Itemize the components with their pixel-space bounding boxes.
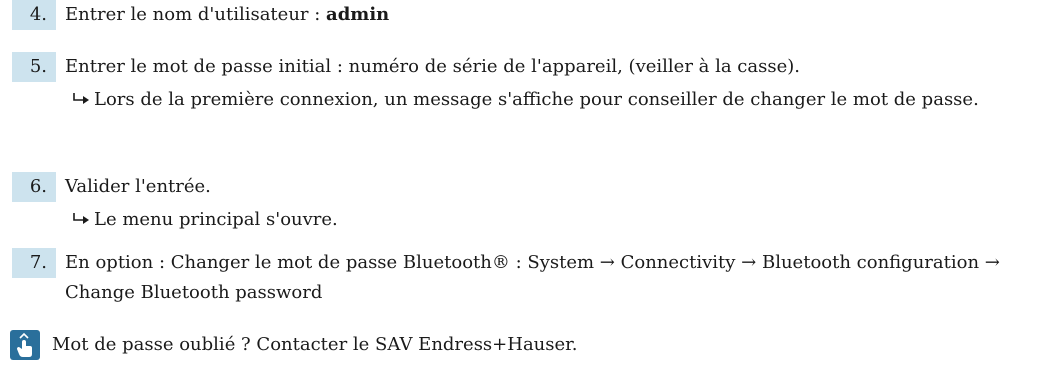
tip-note: Mot de passe oublié ? Contacter le SAV E…	[10, 330, 578, 360]
result-arrow-icon	[68, 205, 94, 235]
step-number: 6.	[12, 172, 56, 202]
step-text: Valider l'entrée.	[65, 176, 211, 197]
step-number: 7.	[12, 248, 56, 278]
step-6-result: Le menu principal s'ouvre.	[68, 205, 994, 235]
username-value: admin	[326, 4, 390, 25]
step-text-plain: Entrer le nom d'utilisateur :	[65, 4, 327, 25]
step-number: 5.	[12, 52, 56, 82]
step-text: Entrer le mot de passe initial : numéro …	[65, 56, 800, 77]
step-text: Entrer le nom d'utilisateur : admin	[65, 0, 389, 30]
result-text: Lors de la première connexion, un messag…	[94, 89, 979, 110]
tip-text: Mot de passe oublié ? Contacter le SAV E…	[52, 334, 578, 355]
step-5: 5. Entrer le mot de passe initial : numé…	[0, 52, 800, 82]
result-arrow-icon	[68, 85, 94, 115]
result-text: Le menu principal s'ouvre.	[94, 209, 338, 230]
hand-pointer-tip-icon	[10, 330, 40, 360]
step-number: 4.	[12, 0, 56, 30]
step-6: 6. Valider l'entrée.	[0, 172, 211, 202]
step-5-result: Lors de la première connexion, un messag…	[68, 85, 994, 115]
step-text: En option : Changer le mot de passe Blue…	[65, 252, 1000, 303]
step-7: 7. En option : Changer le mot de passe B…	[0, 248, 1045, 308]
step-4: 4. Entrer le nom d'utilisateur : admin	[0, 0, 389, 30]
instruction-page: 4. Entrer le nom d'utilisateur : admin 5…	[0, 0, 1046, 379]
